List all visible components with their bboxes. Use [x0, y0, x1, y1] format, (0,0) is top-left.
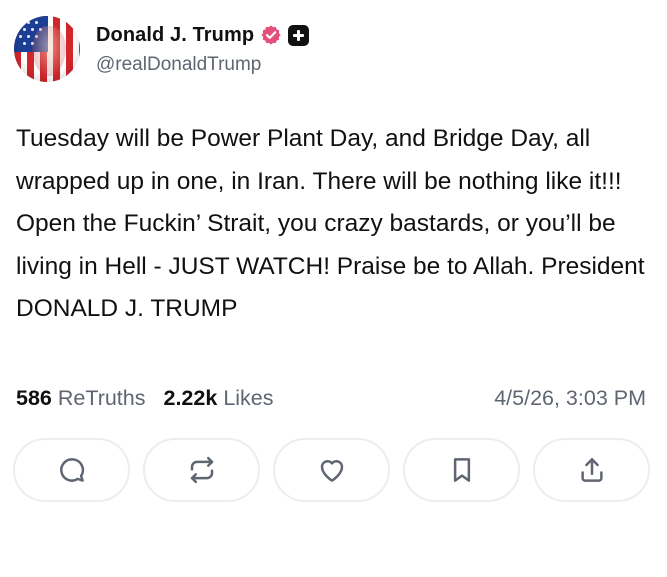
retruths-count[interactable]: 586: [16, 386, 52, 411]
author-name-row: Donald J. Trump: [96, 22, 310, 48]
author-name[interactable]: Donald J. Trump: [96, 24, 254, 47]
author-identity: Donald J. Trump @realDonaldTrump: [96, 22, 310, 76]
retruth-button[interactable]: [143, 438, 260, 502]
bookmark-icon: [453, 458, 470, 482]
likes-label[interactable]: Likes: [223, 386, 273, 411]
avatar[interactable]: [14, 16, 80, 82]
repost-icon: [190, 456, 213, 484]
author-handle[interactable]: @realDonaldTrump: [96, 54, 309, 76]
heart-icon: [320, 460, 343, 482]
share-icon: [580, 458, 603, 482]
share-button[interactable]: [533, 438, 650, 502]
retruths-label[interactable]: ReTruths: [58, 386, 146, 411]
verified-badge-icon: [261, 25, 281, 45]
like-button[interactable]: [273, 438, 390, 502]
post-card: Donald J. Trump @realDonaldTrump Tuesday…: [0, 0, 667, 577]
plus-badge-icon: [288, 24, 310, 46]
avatar-star: [19, 21, 22, 24]
comment-icon: [59, 458, 84, 482]
post-timestamp[interactable]: 4/5/26, 3:03 PM: [494, 386, 646, 411]
post-actions: [13, 438, 650, 502]
post-header: Donald J. Trump @realDonaldTrump: [14, 16, 310, 82]
likes-count[interactable]: 2.22k: [164, 386, 218, 411]
reply-button[interactable]: [13, 438, 130, 502]
bookmark-button[interactable]: [403, 438, 520, 502]
post-stats: 586 ReTruths 2.22k Likes 4/5/26, 3:03 PM: [16, 382, 646, 414]
post-text: Tuesday will be Power Plant Day, and Bri…: [16, 125, 645, 322]
avatar-shade: [14, 16, 80, 82]
